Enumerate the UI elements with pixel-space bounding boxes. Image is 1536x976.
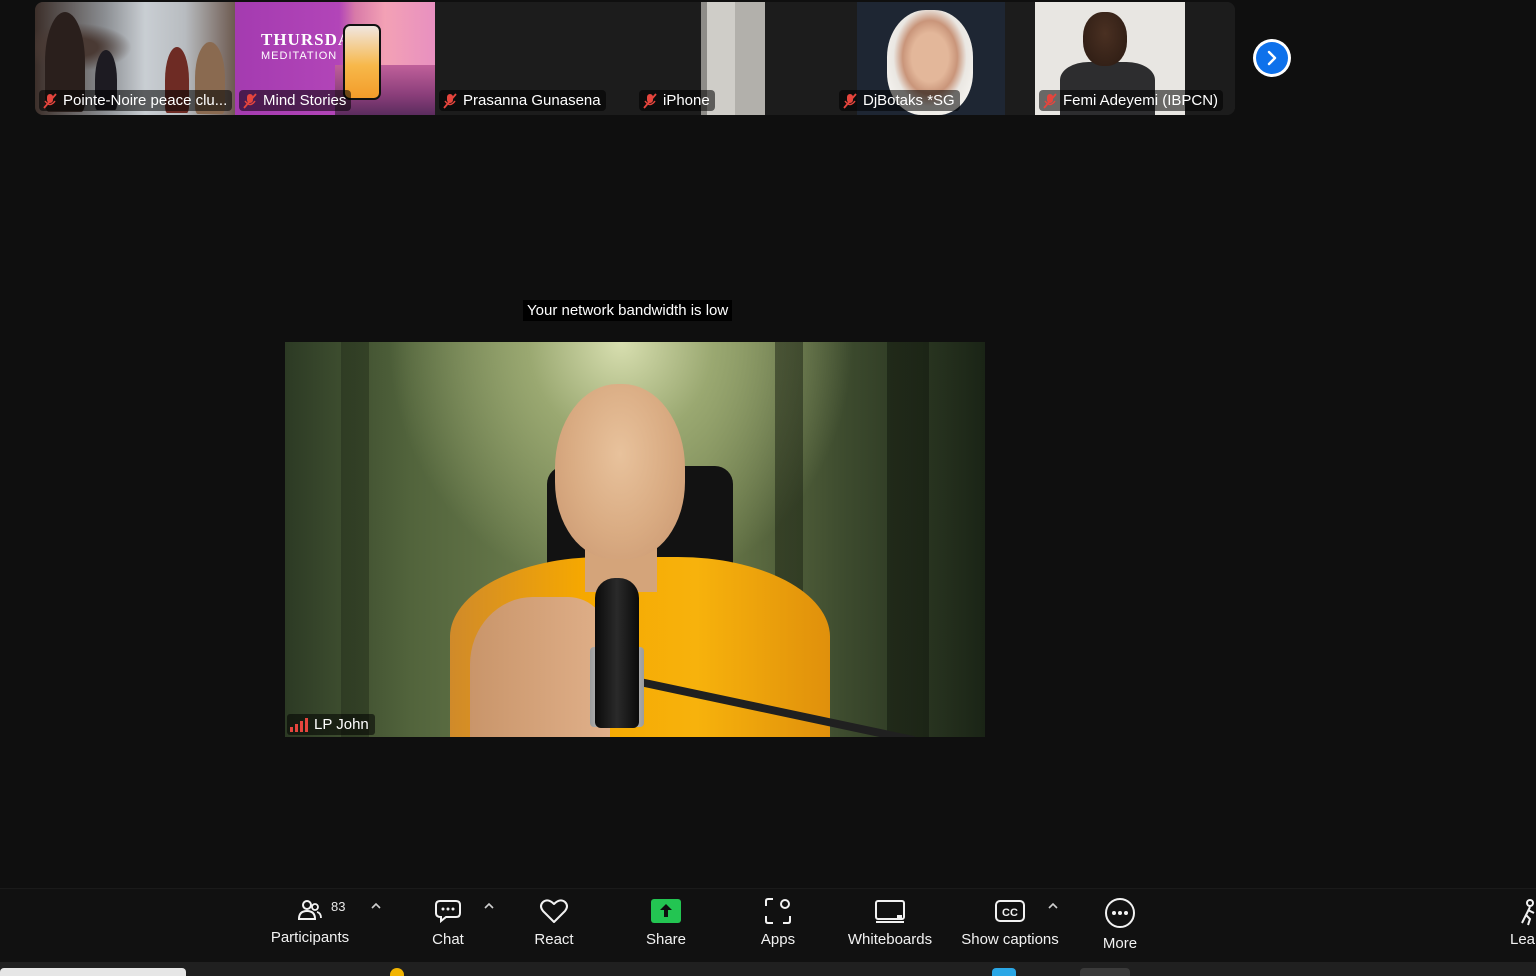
more-button[interactable]: More — [1094, 897, 1146, 959]
participants-icon — [297, 900, 322, 920]
whiteboards-button[interactable]: Whiteboards — [842, 897, 938, 959]
participant-name: Prasanna Gunasena — [463, 92, 601, 109]
shoulder — [470, 597, 610, 737]
next-page-button[interactable] — [1253, 39, 1291, 77]
participant-name-tag: Prasanna Gunasena — [439, 90, 606, 111]
mic-off-icon — [843, 92, 857, 109]
caret-up-icon[interactable] — [482, 899, 496, 913]
taskbar-app-icon[interactable] — [1080, 968, 1130, 976]
taskbar-search[interactable] — [0, 968, 186, 976]
participant-name-tag: Mind Stories — [239, 90, 352, 111]
participant-name-tag: DjBotaks *SG — [839, 90, 960, 111]
participant-tile[interactable]: Pointe-Noire peace clu... — [35, 2, 235, 115]
chevron-right-icon — [1267, 50, 1277, 66]
mic-off-icon — [643, 92, 657, 109]
participant-name: Pointe-Noire peace clu... — [63, 92, 228, 109]
more-label: More — [1102, 935, 1138, 952]
promo-subtitle: MEDITATION — [261, 50, 338, 62]
mic-off-icon — [1043, 92, 1057, 109]
participant-name: iPhone — [663, 92, 710, 109]
share-icon — [651, 899, 681, 923]
caret-up-icon[interactable] — [1046, 899, 1060, 913]
participant-tile[interactable]: THURSDAY MEDITATION Mind Stories — [235, 2, 435, 115]
apps-label: Apps — [760, 931, 796, 948]
share-button[interactable]: Share — [640, 897, 692, 959]
leave-button[interactable]: Lea — [1510, 897, 1536, 959]
active-speaker-video[interactable]: LP John — [285, 342, 985, 737]
signal-icon — [290, 717, 308, 732]
participant-name: DjBotaks *SG — [863, 92, 955, 109]
participant-name-tag: iPhone — [639, 90, 715, 111]
taskbar-app-icon[interactable] — [390, 968, 404, 976]
captions-label: Show captions — [961, 931, 1059, 948]
react-label: React — [534, 931, 574, 948]
participant-name: Mind Stories — [263, 92, 347, 109]
participant-tile[interactable]: Femi Adeyemi (IBPCN) — [1035, 2, 1235, 115]
participant-name-tag: Pointe-Noire peace clu... — [39, 90, 233, 111]
apps-icon — [765, 898, 791, 924]
taskbar-app-icon[interactable] — [992, 968, 1016, 976]
react-button[interactable]: React — [528, 897, 580, 959]
apps-button[interactable]: Apps — [752, 897, 804, 959]
chat-button[interactable]: Chat — [422, 897, 474, 959]
participant-tile[interactable]: DjBotaks *SG — [835, 2, 1035, 115]
phone-image — [343, 24, 381, 100]
speaker-head — [555, 384, 685, 559]
mic-off-icon — [443, 92, 457, 109]
participants-count-badge: 83 — [331, 899, 346, 914]
os-taskbar — [0, 962, 1536, 976]
speaker-name: LP John — [314, 716, 369, 733]
chat-label: Chat — [432, 931, 464, 948]
captions-icon-text: CC — [1002, 907, 1018, 919]
meeting-window: Pointe-Noire peace clu... THURSDAY MEDIT… — [0, 0, 1536, 976]
more-icon — [1105, 898, 1135, 928]
leave-icon — [1521, 899, 1535, 926]
participant-name: Femi Adeyemi (IBPCN) — [1063, 92, 1219, 109]
participant-tile[interactable]: iPhone — [635, 2, 835, 115]
participant-tile[interactable]: Prasanna Gunasena — [435, 2, 635, 115]
captions-icon: CC — [995, 900, 1025, 922]
leave-label: Lea — [1510, 931, 1536, 948]
whiteboard-icon — [875, 900, 905, 923]
mic-off-icon — [243, 92, 257, 109]
whiteboards-label: Whiteboards — [847, 931, 933, 948]
mic-off-icon — [43, 92, 57, 109]
caret-up-icon[interactable] — [369, 899, 383, 913]
meeting-toolbar: Participants 83 Chat React Share Apps Wh… — [0, 888, 1536, 963]
network-bandwidth-notice: Your network bandwidth is low — [523, 300, 733, 321]
chat-icon — [435, 900, 461, 924]
heart-icon — [540, 899, 568, 923]
speaker-name-tag: LP John — [287, 714, 375, 735]
participants-label: Participants — [270, 929, 350, 946]
microphone — [595, 578, 639, 728]
share-label: Share — [645, 931, 687, 948]
participant-name-tag: Femi Adeyemi (IBPCN) — [1039, 90, 1224, 111]
participant-strip: Pointe-Noire peace clu... THURSDAY MEDIT… — [35, 2, 1235, 115]
